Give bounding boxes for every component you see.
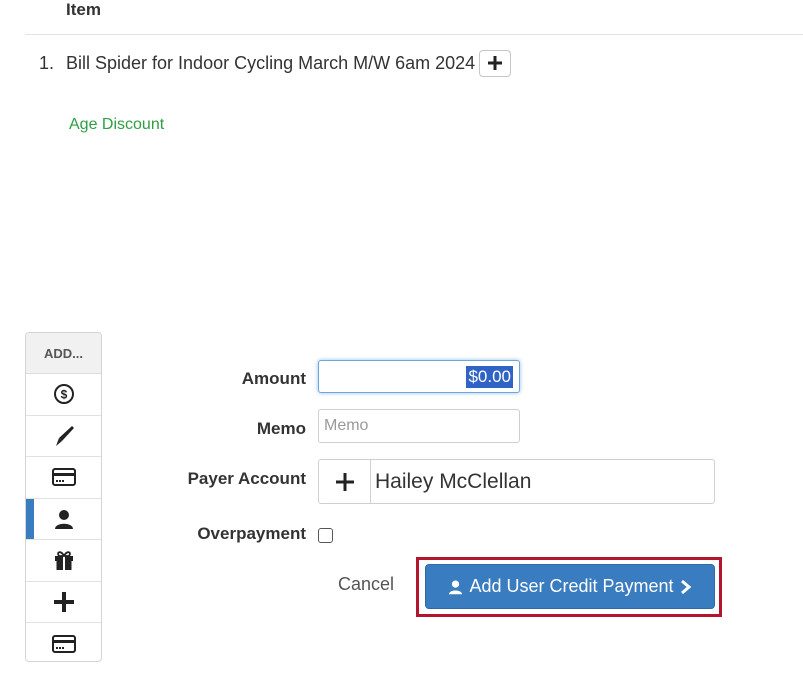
add-payer-button[interactable] xyxy=(319,460,371,503)
add-item-option-button[interactable] xyxy=(479,49,512,77)
payer-account-value[interactable]: Hailey McClellan xyxy=(371,460,714,503)
overpayment-label: Overpayment xyxy=(197,524,306,543)
payer-account-label: Payer Account xyxy=(187,469,306,488)
gift-icon xyxy=(54,551,73,571)
memo-input[interactable] xyxy=(318,409,520,443)
dollar-icon: $ xyxy=(53,384,74,405)
amount-value: $0.00 xyxy=(466,365,513,388)
chevron-right-icon xyxy=(680,579,691,594)
item-column-header: Item xyxy=(66,0,101,19)
credit-card-icon xyxy=(51,468,76,487)
overpayment-checkbox[interactable] xyxy=(318,528,333,543)
user-icon xyxy=(54,509,73,529)
item-name: Bill Spider for Indoor Cycling March M/W… xyxy=(66,52,476,73)
amount-label: Amount xyxy=(241,369,306,388)
user-icon xyxy=(449,579,463,594)
sidebar-item-card[interactable] xyxy=(26,457,101,499)
list-item: 1. Bill Spider for Indoor Cycling March … xyxy=(39,49,512,77)
plus-icon xyxy=(335,472,354,491)
cancel-button[interactable]: Cancel xyxy=(338,574,394,595)
sidebar-item-cash[interactable]: $ xyxy=(26,374,101,416)
header-divider xyxy=(25,34,803,35)
age-discount-link[interactable]: Age Discount xyxy=(69,116,164,134)
plus-icon xyxy=(53,591,74,612)
credit-card-icon xyxy=(51,634,76,653)
submit-button-label: Add User Credit Payment xyxy=(469,576,674,596)
sidebar-item-user-credit[interactable] xyxy=(26,498,101,540)
payer-account-field: Hailey McClellan xyxy=(318,459,715,504)
sidebar-item-check[interactable] xyxy=(26,416,101,457)
item-number: 1. xyxy=(39,52,55,73)
pen-icon xyxy=(55,425,74,446)
memo-label: Memo xyxy=(256,419,306,438)
add-payment-sidebar: ADD... $ xyxy=(25,332,102,662)
sidebar-item-gift-card[interactable] xyxy=(26,540,101,582)
sidebar-header: ADD... xyxy=(26,333,101,374)
plus-icon xyxy=(488,56,503,70)
sidebar-item-other[interactable] xyxy=(26,582,101,623)
amount-input[interactable]: $0.00 xyxy=(318,360,520,393)
sidebar-item-card-alt[interactable] xyxy=(26,623,101,661)
svg-text:$: $ xyxy=(60,388,67,402)
add-user-credit-payment-button[interactable]: Add User Credit Payment xyxy=(425,564,715,609)
